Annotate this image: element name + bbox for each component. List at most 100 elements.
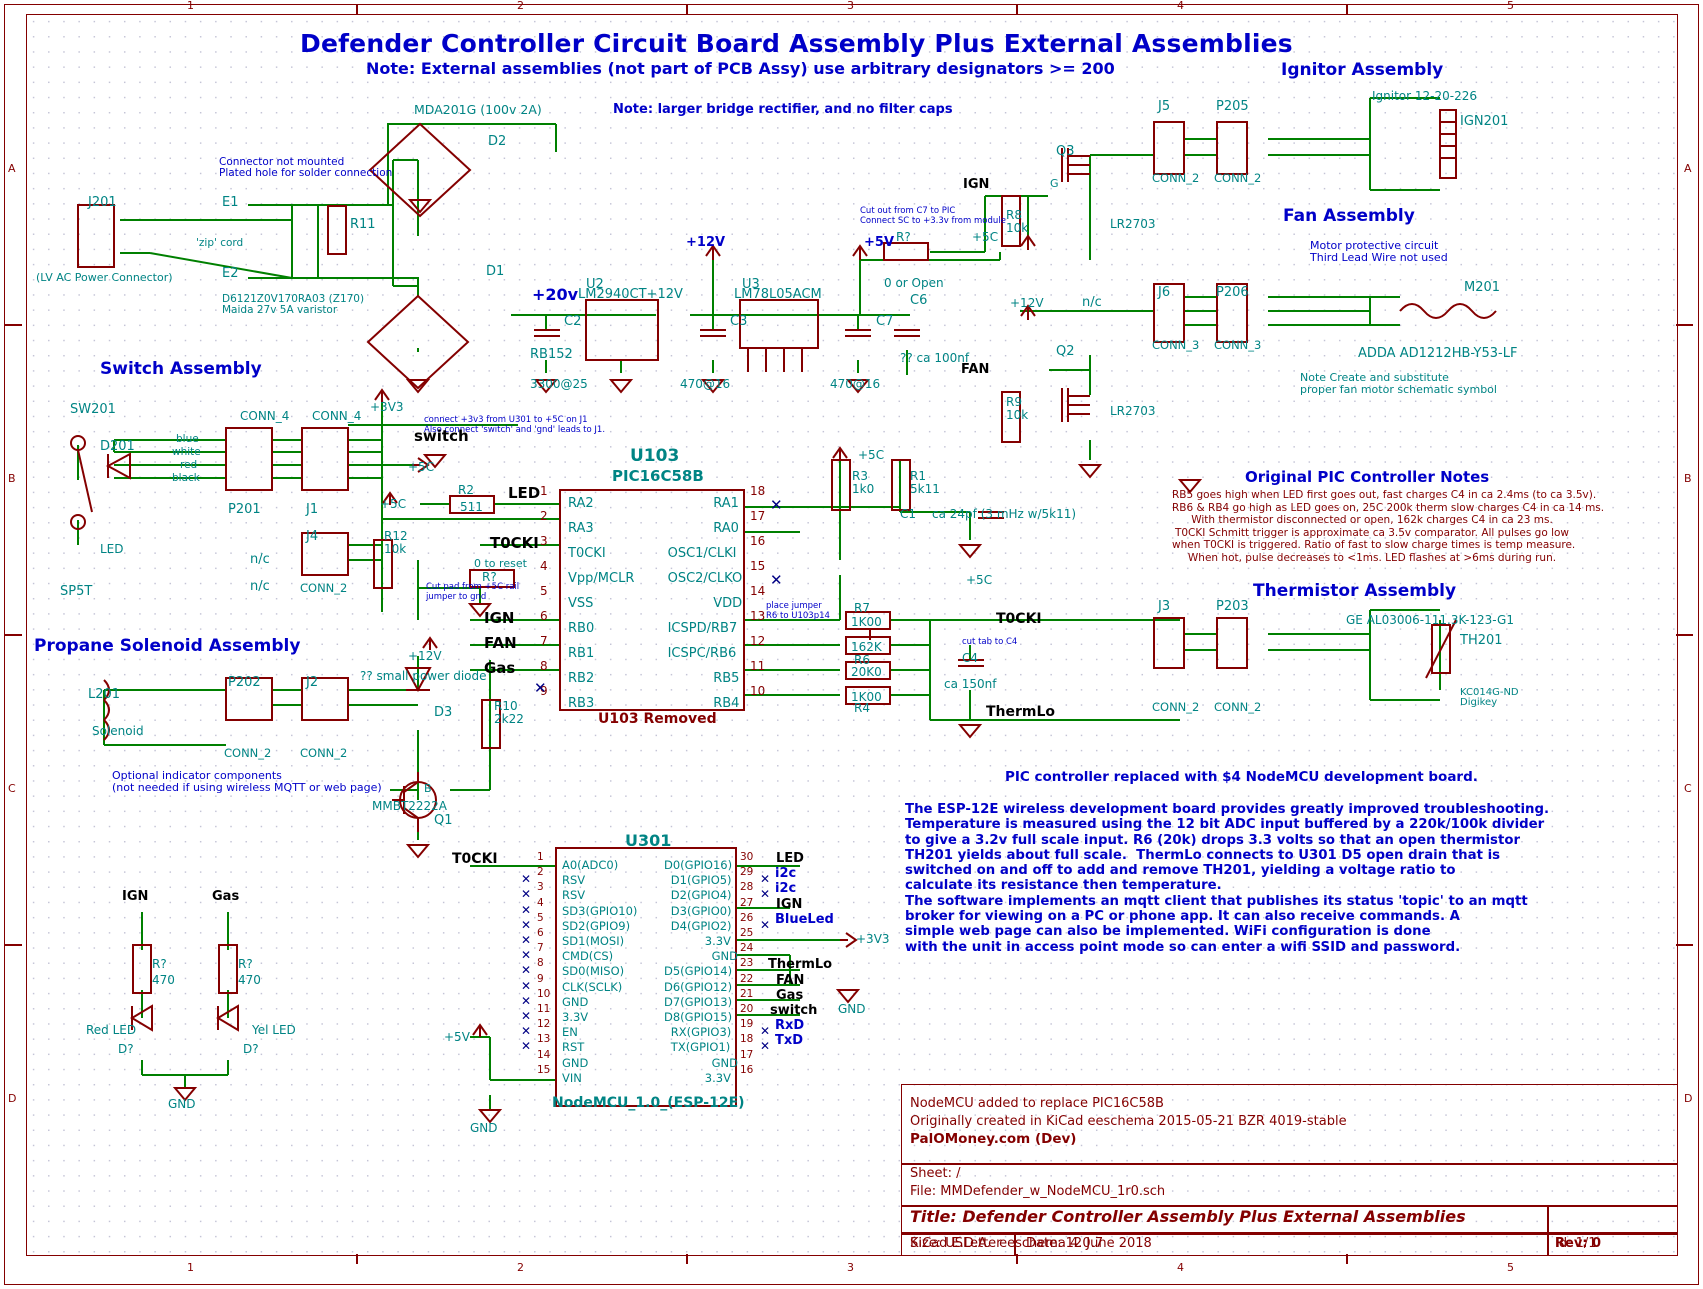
val-p203-conn: CONN_2 bbox=[1214, 700, 1262, 714]
net-switch: switch bbox=[414, 427, 469, 445]
no-connect-icon: ✕ bbox=[521, 917, 532, 932]
note-varistor-2: Maida 27v 5A varistor bbox=[222, 304, 338, 316]
title-file: File: MMDefender_w_NodeMCU_1r0.sch bbox=[910, 1184, 1166, 1199]
net-tocki-r7: T0CKI bbox=[996, 611, 1042, 627]
note-cut-c7-1: Cut out from C7 to PIC bbox=[860, 206, 956, 216]
u301-ref: U301 bbox=[625, 831, 672, 850]
ref-c6: C6 bbox=[910, 293, 928, 308]
ref-d201: D201 bbox=[100, 439, 135, 454]
net-12v: +12V bbox=[686, 235, 726, 250]
ref-r2: R2 bbox=[458, 483, 474, 497]
val-u2: LM2940CT+12V bbox=[578, 287, 683, 302]
ref-r10: R10 bbox=[494, 699, 518, 713]
u301-right-pin-name: TX(GPIO1) bbox=[670, 1040, 731, 1055]
u301-left-pin-name: RST bbox=[562, 1040, 585, 1055]
u301-right-pin-name: D4(GPIO2) bbox=[670, 918, 732, 933]
u103-left-pin-number: 4 bbox=[540, 559, 548, 573]
ind-gnd: GND bbox=[168, 1097, 196, 1111]
pic-note-line: RB6 & RB4 go high as LED goes on, 25C 20… bbox=[1172, 501, 1605, 514]
pic-note-line: With thermistor disconnected or open, 16… bbox=[1191, 514, 1553, 527]
note-motor-1: Motor protective circuit bbox=[1310, 239, 1439, 252]
esp-note-line: broker for viewing on a PC or phone app.… bbox=[905, 909, 1460, 925]
net-nc-fan: n/c bbox=[1082, 295, 1102, 310]
u301-right-net-switch-10: switch bbox=[770, 1003, 818, 1018]
u301-right-pin-name: D0(GPIO16) bbox=[664, 858, 733, 872]
ref-d3: D3 bbox=[434, 705, 453, 720]
u301-left-pin-name: SD2(GPIO9) bbox=[562, 918, 631, 933]
val-r6: 20K0 bbox=[851, 665, 882, 679]
u301-right-net-FAN-8: FAN bbox=[776, 972, 805, 988]
val-j3-conn: CONN_2 bbox=[1152, 700, 1200, 714]
esp-note-line: calculate its resistance then temperatur… bbox=[905, 878, 1222, 894]
u103-right-pin-name: ICSPC/RB6 bbox=[667, 646, 737, 661]
title-block-row2: KiCad E.D.A. eeschema 4.0.7 Id: 1/1 bbox=[901, 1232, 1678, 1256]
u301-right-pin-name: D3(GPIO0) bbox=[670, 903, 732, 918]
val-r9: 10k bbox=[1006, 408, 1029, 422]
u301-right-pin-number: 17 bbox=[740, 1048, 754, 1061]
ref-sw201: SW201 bbox=[70, 402, 116, 417]
val-c7: 470@16 bbox=[830, 377, 881, 391]
no-connect-icon: ✕ bbox=[521, 948, 532, 963]
note-cut-tab: cut tab to C4 bbox=[962, 637, 1018, 647]
u103-left-pin-name: RB2 bbox=[568, 671, 595, 686]
ref-l201: L201 bbox=[88, 687, 121, 702]
val-c4: ca 150nf bbox=[944, 677, 997, 691]
net-12v-prop: +12V bbox=[408, 649, 442, 663]
pin-g-q3: G bbox=[1050, 177, 1059, 190]
u103-right-pin-number: 10 bbox=[750, 684, 766, 698]
net-thermlo: ThermLo bbox=[986, 704, 1056, 720]
u103-removed-label: U103 Removed bbox=[598, 711, 717, 727]
val-r7: 1K00 bbox=[851, 615, 882, 629]
ind-r-gas-val: 470 bbox=[238, 973, 261, 987]
u301-left-pin-number: 3 bbox=[537, 881, 544, 894]
val-p202-conn: CONN_2 bbox=[224, 746, 272, 760]
ref-j1: J1 bbox=[306, 502, 319, 517]
ind-r-ign-ref: R? bbox=[152, 957, 167, 971]
u301-left-pin-number: 6 bbox=[537, 927, 544, 939]
u103-right-pin-number: 15 bbox=[750, 559, 766, 573]
u301-right-net-i2c-1: i2c bbox=[775, 866, 797, 882]
u301-left-pin-name: GND bbox=[562, 994, 589, 1009]
u301-left-pin-name: EN bbox=[562, 1025, 578, 1040]
title-note-1: NodeMCU added to replace PIC16C58B bbox=[910, 1096, 1164, 1111]
u301-right-pin-number: 19 bbox=[740, 1018, 754, 1031]
ref-ign201: IGN201 bbox=[1460, 114, 1509, 129]
esp-note-line: simple web page can also be implemented.… bbox=[905, 924, 1431, 940]
u301-left-pin-number: 12 bbox=[537, 1018, 551, 1031]
net-5c-top: +5C bbox=[972, 230, 999, 244]
wire-blue: blue bbox=[176, 433, 199, 445]
ref-p205: P205 bbox=[1216, 99, 1249, 114]
no-connect-icon: ✕ bbox=[521, 872, 532, 887]
ind-yel-led: Yel LED bbox=[252, 1023, 296, 1037]
val-r8: 10k bbox=[1006, 221, 1029, 235]
ref-d1: D1 bbox=[486, 264, 505, 279]
u301-right-pin-name: 3.3V bbox=[704, 934, 731, 948]
net-20v: +20v bbox=[532, 285, 579, 304]
ref-p203: P203 bbox=[1216, 599, 1249, 614]
u301-left-net-T0CKI: T0CKI bbox=[452, 851, 498, 867]
note-opt-2: (not needed if using wireless MQTT or we… bbox=[112, 781, 382, 794]
u103-right-pin-number: 17 bbox=[750, 509, 766, 523]
u301-right-pin-name: D6(GPIO12) bbox=[664, 979, 733, 994]
no-connect-icon: ✕ bbox=[770, 571, 783, 589]
u301-left-pin-name: A0(ADC0) bbox=[562, 858, 619, 872]
u103-left-pin-number: 5 bbox=[540, 584, 548, 598]
ref-r12: R12 bbox=[384, 529, 408, 543]
pic-note-line: when T0CKI is triggered. Ratio of fast t… bbox=[1172, 539, 1576, 552]
val-r5: 162K bbox=[851, 640, 882, 654]
u301-right-pin-name: D7(GPIO13) bbox=[664, 994, 733, 1009]
u103-left-net-Gas: Gas bbox=[484, 659, 516, 677]
ref-q1: Q1 bbox=[434, 813, 453, 828]
u103-left-pin-number: 2 bbox=[540, 509, 548, 523]
ref-th201: TH201 bbox=[1460, 633, 1503, 648]
u301-left-pin-number: 9 bbox=[537, 972, 544, 985]
note-small-diode: ?? small power diode bbox=[360, 669, 487, 683]
esp-note-line: to give a 3.2v full scale input. R6 (20k… bbox=[905, 832, 1521, 848]
note-cut-pad-2: jumper to gnd bbox=[426, 592, 487, 602]
u103-left-net-LED: LED bbox=[508, 484, 541, 502]
net-nc-2: n/c bbox=[250, 579, 270, 594]
u301-left-pin-number: 2 bbox=[537, 866, 544, 879]
fan-part: ADDA AD1212HB-Y53-LF bbox=[1358, 346, 1518, 361]
no-connect-icon: ✕ bbox=[521, 1009, 532, 1023]
no-connect-icon: ✕ bbox=[521, 993, 532, 1008]
